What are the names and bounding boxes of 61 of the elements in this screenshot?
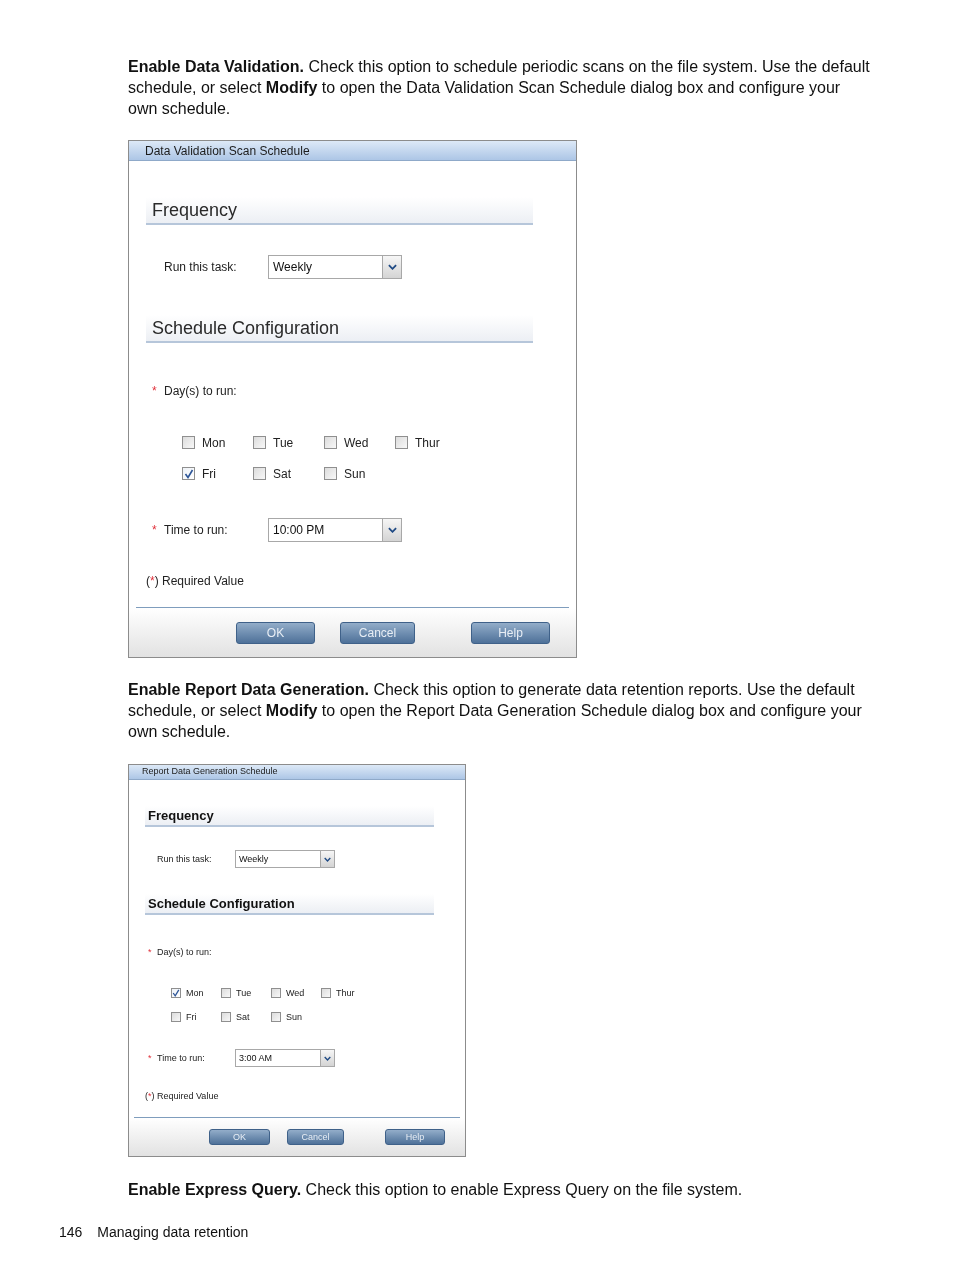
field-label: Run this task: xyxy=(164,260,237,274)
day-checkbox[interactable] xyxy=(171,988,181,998)
day-label: Fri xyxy=(186,1011,197,1023)
dialog-button[interactable]: Cancel xyxy=(287,1129,344,1145)
day-label: Sat xyxy=(273,466,291,481)
field-label: * Day(s) to run: xyxy=(148,947,212,958)
dropdown-field[interactable]: Weekly xyxy=(235,850,335,868)
checkmark-icon xyxy=(183,468,194,479)
required-note: (*) Required Value xyxy=(145,1091,219,1102)
required-note: (*) Required Value xyxy=(146,574,244,588)
body-paragraph: Enable Report Data Generation. Check this option to generate data retention reports. Use the default schedule, or select Modify to open the Report Data Generation Schedule dialog box and configure your own schedule. xyxy=(128,680,863,742)
day-label: Wed xyxy=(286,987,305,999)
dropdown-field[interactable]: Weekly xyxy=(268,255,402,279)
chevron-down-icon xyxy=(382,519,401,541)
body-paragraph: Enable Data Validation. Check this option to schedule periodic scans on the file system. Use the default schedule, or select Modify to open the Data Validation Scan Schedule dialog box and configure your own schedule. xyxy=(128,57,871,119)
day-checkbox[interactable] xyxy=(171,1012,181,1022)
field-label: Run this task: xyxy=(157,853,212,865)
day-checkbox[interactable] xyxy=(221,988,231,998)
section-header: Schedule Configuration xyxy=(145,894,434,915)
day-label: Mon xyxy=(186,987,204,999)
dialog-title-bar: Data Validation Scan Schedule xyxy=(129,141,576,161)
dialog-button[interactable]: OK xyxy=(209,1129,270,1145)
page-footer-title: Managing data retention xyxy=(97,1223,249,1241)
section-header: Frequency xyxy=(145,806,434,827)
day-checkbox[interactable] xyxy=(321,988,331,998)
dialog-button[interactable]: Help xyxy=(471,621,550,644)
dropdown-field[interactable]: 3:00 AM xyxy=(235,1049,335,1067)
day-checkbox[interactable] xyxy=(221,1012,231,1022)
field-label: * Time to run: xyxy=(152,523,228,537)
day-label: Wed xyxy=(344,435,369,450)
day-label: Tue xyxy=(236,987,252,999)
dialog-button[interactable]: Help xyxy=(385,1129,445,1145)
field-label: * Time to run: xyxy=(148,1052,205,1064)
day-checkbox[interactable] xyxy=(324,436,337,449)
day-checkbox[interactable] xyxy=(395,436,408,449)
day-checkbox[interactable] xyxy=(271,1012,281,1022)
day-label: Thur xyxy=(415,435,440,450)
dialog-button[interactable]: OK xyxy=(236,621,315,644)
day-checkbox[interactable] xyxy=(271,988,281,998)
day-label: Thur xyxy=(336,987,355,999)
day-label: Tue xyxy=(273,435,294,450)
checkmark-icon xyxy=(172,989,180,997)
chevron-down-icon xyxy=(320,1050,334,1066)
day-label: Sat xyxy=(236,1011,250,1023)
day-checkbox[interactable] xyxy=(324,467,337,480)
day-label: Sun xyxy=(344,466,366,481)
day-label: Sun xyxy=(286,1011,302,1023)
dialog-button[interactable]: Cancel xyxy=(340,621,415,644)
dialog-title-bar: Report Data Generation Schedule xyxy=(129,765,465,780)
chevron-down-icon xyxy=(382,256,401,278)
day-checkbox[interactable] xyxy=(182,436,195,449)
chevron-down-icon xyxy=(320,851,334,867)
day-label: Fri xyxy=(202,466,216,481)
dropdown-field[interactable]: 10:00 PM xyxy=(268,518,402,542)
body-paragraph: Enable Express Query. Check this option to enable Express Query on the file system. xyxy=(128,1180,744,1200)
day-checkbox[interactable] xyxy=(253,436,266,449)
field-label: * Day(s) to run: xyxy=(152,384,237,398)
day-checkbox[interactable] xyxy=(182,467,195,480)
day-label: Mon xyxy=(202,435,226,450)
page-number: 146 xyxy=(59,1223,83,1241)
day-checkbox[interactable] xyxy=(253,467,266,480)
